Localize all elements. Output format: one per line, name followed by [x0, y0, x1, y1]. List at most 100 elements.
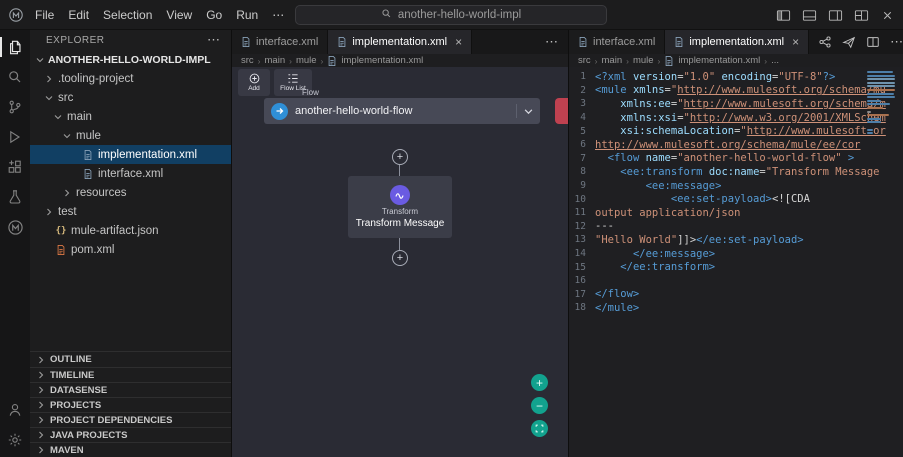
chevron-right-icon [35, 416, 46, 424]
zoom-in-button[interactable]: + [531, 374, 548, 391]
close-icon[interactable] [875, 4, 899, 26]
tab-interface-xml[interactable]: interface.xml [232, 30, 329, 54]
menu-go[interactable]: Go [199, 5, 229, 25]
activity-settings[interactable] [0, 425, 30, 455]
code-token: "another-hello-world-flow" [677, 152, 842, 165]
tree-item-resources[interactable]: resources [30, 183, 231, 202]
chevron-down-icon[interactable] [524, 107, 533, 116]
breadcrumb-mule[interactable]: mule [633, 55, 654, 66]
tab-label: implementation.xml [352, 36, 448, 48]
section-project-dependencies[interactable]: PROJECT DEPENDENCIES [30, 412, 231, 427]
split-editor-icon[interactable] [866, 35, 880, 49]
toggle-primary-sidebar-icon[interactable] [771, 4, 795, 26]
section-maven[interactable]: MAVEN [30, 442, 231, 457]
code-editor[interactable]: 1 <?xml version = "1.0" encoding = "UTF-8" ?> 2… [569, 67, 903, 457]
minimap-line [867, 110, 871, 113]
tree-item-pom-xml[interactable]: pom.xml [30, 240, 231, 259]
breadcrumb-src[interactable]: src [578, 55, 591, 66]
zoom-out-button[interactable]: − [531, 397, 548, 414]
section-label: JAVA PROJECTS [50, 429, 128, 441]
section-outline[interactable]: OUTLINE [30, 352, 231, 367]
activity-source-control[interactable] [0, 92, 30, 122]
add-node-top-button[interactable]: + [392, 149, 408, 165]
chevron-down-icon [43, 94, 54, 102]
tree-item-src[interactable]: src [30, 88, 231, 107]
tree-item-main[interactable]: main [30, 107, 231, 126]
breadcrumb-implementation-xml[interactable]: implementation.xml [341, 55, 423, 66]
menu-file[interactable]: File [28, 5, 61, 25]
title-bar: FileEditSelectionViewGoRun⋯ ← → another-… [0, 0, 903, 30]
explorer-actions-icon[interactable]: ⋯ [207, 32, 221, 48]
error-node-partial[interactable] [555, 98, 568, 124]
activity-accounts[interactable] [0, 395, 30, 425]
code-token: http://www.w3.org/2001/XMLSchem [689, 111, 886, 124]
tree-item-mule-artifact-json[interactable]: {} mule-artifact.json [30, 221, 231, 240]
customize-layout-icon[interactable] [849, 4, 873, 26]
code-token: http://www.mulesoft.org/schema/mu [677, 84, 886, 97]
tree-item-tooling-project[interactable]: .tooling-project [30, 69, 231, 88]
breadcrumb-main[interactable]: main [602, 55, 623, 66]
tree-item-mule[interactable]: mule [30, 126, 231, 145]
activity-mulesoft[interactable] [0, 212, 30, 242]
menu-run[interactable]: Run [229, 5, 265, 25]
toggle-panel-icon[interactable] [797, 4, 821, 26]
activity-testing[interactable] [0, 182, 30, 212]
add-node-bottom-button[interactable]: + [392, 250, 408, 266]
tree-item-interface-xml[interactable]: interface.xml [30, 164, 231, 183]
code-line: 4 xmlns:xsi = " http://www.w3.org/2001/XMLS… [569, 111, 886, 125]
menu-selection[interactable]: Selection [96, 5, 159, 25]
breadcrumb-separator: › [594, 55, 598, 66]
more-actions-icon[interactable]: ⋯ [890, 34, 903, 50]
activity-extensions[interactable] [0, 152, 30, 182]
breadcrumb-separator: › [657, 55, 661, 66]
activity-explorer[interactable] [0, 32, 30, 62]
menu-edit[interactable]: Edit [61, 5, 96, 25]
activity-search[interactable] [0, 62, 30, 92]
tab-close-icon[interactable]: × [455, 36, 462, 48]
project-root-folder[interactable]: ANOTHER-HELLO-WORLD-IMPL [30, 50, 231, 69]
breadcrumb-src[interactable]: src [241, 55, 254, 66]
tree-item-test[interactable]: test [30, 202, 231, 221]
code-token: <![CDA [772, 193, 810, 206]
add-component-button[interactable]: Add [238, 69, 270, 96]
menu-view[interactable]: View [159, 5, 199, 25]
code-line: 15 </ee:transform> [569, 260, 863, 274]
section-java-projects[interactable]: JAVA PROJECTS [30, 427, 231, 442]
flow-graph-icon[interactable] [818, 35, 832, 49]
mule-flow-canvas[interactable]: Add Flow List Flow another-hello-world-f… [232, 67, 568, 457]
breadcrumb-main[interactable]: main [265, 55, 286, 66]
tab-close-icon[interactable]: × [792, 36, 799, 48]
tree-item-implementation-xml[interactable]: implementation.xml [30, 145, 231, 164]
zoom-fit-button[interactable] [531, 420, 548, 437]
transform-message-node[interactable]: Transform Transform Message [348, 176, 452, 238]
command-center-search[interactable]: another-hello-world-impl [295, 5, 607, 25]
section-timeline[interactable]: TIMELINE [30, 367, 231, 382]
flow-header[interactable]: another-hello-world-flow [264, 98, 540, 124]
xml-file-icon [578, 36, 588, 48]
breadcrumb-more[interactable]: ... [771, 55, 779, 66]
chevron-right-icon [35, 431, 46, 439]
code-token: "Hello World" [595, 233, 678, 246]
minimap-line [867, 96, 895, 99]
activity-run-debug[interactable] [0, 122, 30, 152]
section-datasense[interactable]: DATASENSE [30, 382, 231, 397]
publish-icon[interactable] [842, 35, 856, 49]
menu-more[interactable]: ⋯ [265, 5, 291, 25]
chevron-down-icon [34, 56, 45, 64]
vscode-window: FileEditSelectionViewGoRun⋯ ← → another-… [0, 0, 903, 457]
line-number: 6 [580, 139, 586, 151]
breadcrumb-implementation-xml[interactable]: implementation.xml [678, 55, 760, 66]
section-projects[interactable]: PROJECTS [30, 397, 231, 412]
tab-interface-xml[interactable]: interface.xml [569, 30, 666, 54]
tab-implementation-xml[interactable]: implementation.xml × [328, 30, 473, 54]
tab-implementation-xml[interactable]: implementation.xml × [665, 30, 810, 54]
code-token: </ee:message> [632, 247, 716, 260]
dataweave-icon [390, 185, 410, 205]
more-actions-icon[interactable]: ⋯ [545, 34, 559, 50]
breadcrumb-mule[interactable]: mule [296, 55, 317, 66]
minimap[interactable] [867, 71, 897, 136]
toggle-secondary-sidebar-icon[interactable] [823, 4, 847, 26]
